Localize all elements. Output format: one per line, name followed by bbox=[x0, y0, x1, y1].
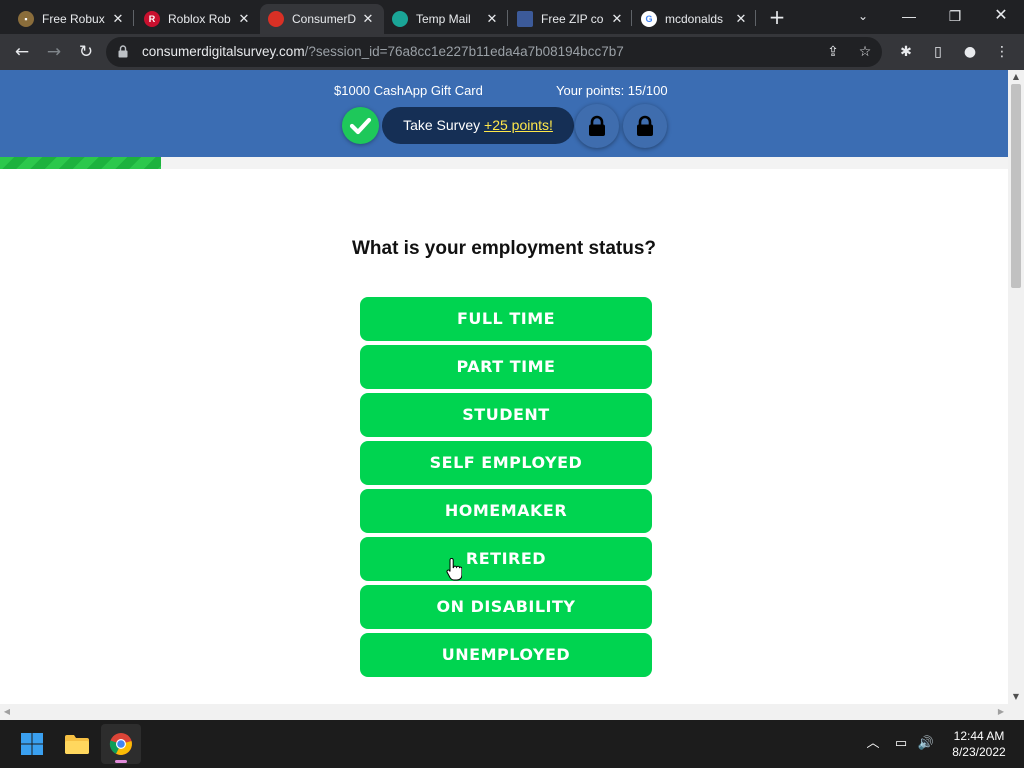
locked-step bbox=[575, 104, 619, 148]
menu-kebab-icon[interactable]: ⋮ bbox=[993, 43, 1011, 61]
system-clock[interactable]: 12:44 AM 8/23/2022 bbox=[944, 728, 1014, 760]
tab-title: Free ZIP co bbox=[541, 12, 604, 26]
hand-cursor-icon bbox=[446, 558, 462, 581]
windows-logo-icon bbox=[21, 733, 43, 755]
chrome-icon bbox=[109, 733, 132, 755]
tab-separator bbox=[133, 10, 134, 26]
url-host: consumerdigitalsurvey.com bbox=[142, 44, 305, 59]
locked-step bbox=[623, 104, 667, 148]
option-on-disability-button[interactable]: ON DISABILITY bbox=[360, 585, 652, 629]
tab-separator bbox=[507, 10, 508, 26]
show-hidden-icons-chevron-icon[interactable]: ︿ bbox=[863, 734, 883, 754]
side-panel-icon[interactable]: ▯ bbox=[929, 43, 947, 61]
tab-temp-mail[interactable]: Temp Mail ✕ bbox=[384, 4, 508, 34]
option-student-button[interactable]: STUDENT bbox=[360, 393, 652, 437]
horizontal-scrollbar[interactable]: ◀ ▶ bbox=[0, 704, 1024, 720]
tab-close-icon[interactable]: ✕ bbox=[236, 11, 252, 27]
extensions-icon[interactable]: ✱ bbox=[897, 43, 915, 61]
lock-icon bbox=[637, 115, 653, 136]
scroll-down-arrow-icon[interactable]: ▼ bbox=[1008, 690, 1024, 704]
lock-icon[interactable] bbox=[118, 45, 128, 58]
prize-label: $1000 CashApp Gift Card bbox=[334, 83, 483, 98]
share-icon[interactable]: ⇪ bbox=[824, 43, 842, 61]
url-text[interactable]: consumerdigitalsurvey.com/?session_id=76… bbox=[142, 44, 624, 59]
url-path: /?session_id=76a8cc1e227b11eda4a7b08194b… bbox=[304, 44, 624, 59]
scrollbar-thumb[interactable] bbox=[1011, 84, 1021, 288]
clock-date: 8/23/2022 bbox=[952, 745, 1006, 759]
take-survey-step[interactable]: Take Survey +25 points! bbox=[382, 107, 574, 144]
google-favicon-icon: G bbox=[641, 11, 657, 27]
scroll-up-arrow-icon[interactable]: ▲ bbox=[1008, 70, 1024, 84]
survey-favicon-icon bbox=[268, 11, 284, 27]
answer-options: FULL TIME PART TIME STUDENT SELF EMPLOYE… bbox=[360, 297, 652, 681]
address-bar[interactable]: consumerdigitalsurvey.com/?session_id=76… bbox=[106, 37, 882, 67]
take-survey-label: Take Survey bbox=[403, 117, 481, 133]
gift-favicon-icon: ▪ bbox=[18, 11, 34, 27]
profile-icon[interactable]: ● bbox=[961, 43, 979, 61]
clock-time: 12:44 AM bbox=[953, 729, 1005, 743]
tab-title: ConsumerD bbox=[292, 12, 357, 26]
scroll-left-arrow-icon[interactable]: ◀ bbox=[0, 704, 14, 720]
vertical-scrollbar[interactable]: ▲ ▼ bbox=[1008, 70, 1024, 704]
back-button[interactable]: ← bbox=[10, 40, 34, 64]
option-unemployed-button[interactable]: UNEMPLOYED bbox=[360, 633, 652, 677]
active-app-indicator bbox=[115, 760, 127, 763]
tab-roblox[interactable]: R Roblox Rob ✕ bbox=[136, 4, 260, 34]
tab-title: Roblox Rob bbox=[168, 12, 231, 26]
tab-free-zip[interactable]: Free ZIP co ✕ bbox=[509, 4, 633, 34]
tab-title: Free Robux bbox=[42, 12, 105, 26]
points-counter: Your points: 15/100 bbox=[556, 83, 668, 98]
option-homemaker-button[interactable]: HOMEMAKER bbox=[360, 489, 652, 533]
browser-toolbar: ← → ↻ consumerdigitalsurvey.com/?session… bbox=[0, 34, 1024, 70]
option-retired-button[interactable]: RETIRED bbox=[360, 537, 652, 581]
tab-separator bbox=[755, 10, 756, 26]
volume-icon[interactable]: 🔊 bbox=[916, 734, 936, 754]
chrome-taskbar-button[interactable] bbox=[101, 724, 141, 764]
bookmark-star-icon[interactable]: ☆ bbox=[856, 43, 874, 61]
option-part-time-button[interactable]: PART TIME bbox=[360, 345, 652, 389]
checkmark-icon bbox=[349, 117, 372, 135]
file-explorer-button[interactable] bbox=[57, 724, 97, 764]
tab-consumer-survey[interactable]: ConsumerD ✕ bbox=[260, 4, 384, 34]
restore-button[interactable]: ❐ bbox=[932, 0, 978, 34]
roblox-favicon-icon: R bbox=[144, 11, 160, 27]
tab-title: mcdonalds bbox=[665, 12, 724, 26]
flag-favicon-icon bbox=[517, 11, 533, 27]
close-window-button[interactable]: ✕ bbox=[978, 0, 1024, 34]
folder-icon bbox=[65, 735, 89, 754]
tab-close-icon[interactable]: ✕ bbox=[609, 11, 625, 27]
tab-close-icon[interactable]: ✕ bbox=[360, 11, 376, 27]
forward-button[interactable]: → bbox=[42, 40, 66, 64]
tab-close-icon[interactable]: ✕ bbox=[733, 11, 749, 27]
tab-title: Temp Mail bbox=[416, 12, 471, 26]
survey-progress-fill bbox=[0, 157, 162, 169]
tempmail-favicon-icon bbox=[392, 11, 408, 27]
option-self-employed-button[interactable]: SELF EMPLOYED bbox=[360, 441, 652, 485]
survey-question: What is your employment status? bbox=[351, 238, 657, 259]
new-tab-button[interactable]: + bbox=[766, 6, 788, 28]
tab-separator bbox=[631, 10, 632, 26]
tab-close-icon[interactable]: ✕ bbox=[110, 11, 126, 27]
survey-points-link[interactable]: +25 points! bbox=[484, 117, 553, 133]
option-full-time-button[interactable]: FULL TIME bbox=[360, 297, 652, 341]
tab-free-robux[interactable]: ▪ Free Robux ✕ bbox=[10, 4, 134, 34]
windows-taskbar: ︿ ▭ 🔊 12:44 AM 8/23/2022 bbox=[0, 720, 1024, 768]
tab-mcdonalds[interactable]: G mcdonalds ✕ bbox=[633, 4, 757, 34]
reload-button[interactable]: ↻ bbox=[74, 40, 98, 64]
tab-search-chevron-icon[interactable]: ⌄ bbox=[840, 0, 886, 34]
minimize-button[interactable]: — bbox=[886, 0, 932, 34]
survey-progress-bar bbox=[0, 157, 1008, 169]
page-viewport: $1000 CashApp Gift Card Your points: 15/… bbox=[0, 70, 1008, 704]
start-button[interactable] bbox=[12, 724, 52, 764]
lock-icon bbox=[589, 115, 605, 136]
tab-close-icon[interactable]: ✕ bbox=[484, 11, 500, 27]
browser-titlebar: ▪ Free Robux ✕ R Roblox Rob ✕ ConsumerD … bbox=[0, 0, 1024, 34]
survey-header-banner: $1000 CashApp Gift Card Your points: 15/… bbox=[0, 70, 1008, 157]
completed-step bbox=[342, 107, 379, 144]
network-icon[interactable]: ▭ bbox=[891, 734, 911, 754]
scroll-right-arrow-icon[interactable]: ▶ bbox=[994, 704, 1008, 720]
